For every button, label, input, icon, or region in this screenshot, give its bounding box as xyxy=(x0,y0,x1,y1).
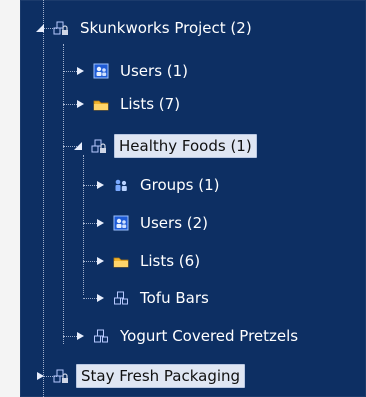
expand-arrow-icon[interactable] xyxy=(94,255,106,267)
tree-guide-line xyxy=(83,155,84,295)
tree-node-stay-fresh-packaging[interactable]: Stay Fresh Packaging xyxy=(34,360,246,392)
tree-node-label[interactable]: Lists (7) xyxy=(116,93,184,115)
groups-icon xyxy=(112,176,130,194)
tree-node-label[interactable]: Users (2) xyxy=(136,212,212,234)
tree-node-healthy-groups[interactable]: Groups (1) xyxy=(94,169,224,201)
tree-node-skunkworks-lists[interactable]: Lists (7) xyxy=(74,88,184,120)
expand-arrow-icon[interactable] xyxy=(74,65,86,77)
expand-arrow-icon[interactable] xyxy=(34,370,46,382)
tree-node-skunkworks-users[interactable]: Users (1) xyxy=(74,55,192,87)
tree-guide-line xyxy=(63,44,64,344)
tree-node-label[interactable]: Yogurt Covered Pretzels xyxy=(116,325,302,347)
tree-guide-line xyxy=(43,0,44,397)
expand-arrow-icon[interactable] xyxy=(74,98,86,110)
expand-arrow-icon[interactable] xyxy=(94,179,106,191)
screenshot-frame: Skunkworks Project (2) Users (1) Lists (… xyxy=(0,0,366,397)
folder-icon xyxy=(112,252,130,270)
tree-node-healthy-foods[interactable]: Healthy Foods (1) xyxy=(54,130,257,162)
expand-arrow-icon[interactable] xyxy=(74,330,86,342)
tree-node-label[interactable]: Lists (6) xyxy=(136,250,204,272)
tree-node-label-selected[interactable]: Stay Fresh Packaging xyxy=(76,364,246,388)
project-icon xyxy=(112,289,130,307)
folder-icon xyxy=(92,95,110,113)
expand-arrow-icon[interactable] xyxy=(94,217,106,229)
tree-node-label[interactable]: Users (1) xyxy=(116,60,192,82)
tree-node-tofu-bars[interactable]: Tofu Bars xyxy=(94,282,213,314)
project-icon xyxy=(92,327,110,345)
tree-node-label-selected[interactable]: Healthy Foods (1) xyxy=(114,134,257,158)
tree-node-healthy-lists[interactable]: Lists (6) xyxy=(94,245,204,277)
project-lock-icon xyxy=(52,367,70,385)
users-icon xyxy=(112,214,130,232)
collapse-arrow-icon[interactable] xyxy=(34,22,46,34)
tree-node-yogurt-covered-pretzels[interactable]: Yogurt Covered Pretzels xyxy=(74,320,302,352)
tree-node-label[interactable]: Groups (1) xyxy=(136,174,224,196)
tree-node-skunkworks-project[interactable]: Skunkworks Project (2) xyxy=(34,12,256,44)
tree-node-healthy-users[interactable]: Users (2) xyxy=(94,207,212,239)
project-tree[interactable]: Skunkworks Project (2) Users (1) Lists (… xyxy=(20,0,366,397)
expand-arrow-icon[interactable] xyxy=(94,292,106,304)
users-icon xyxy=(92,62,110,80)
project-lock-icon xyxy=(52,19,70,37)
tree-node-label[interactable]: Skunkworks Project (2) xyxy=(76,17,256,39)
tree-node-label[interactable]: Tofu Bars xyxy=(136,287,213,309)
project-lock-icon xyxy=(90,137,108,155)
collapse-arrow-icon[interactable] xyxy=(72,140,84,152)
